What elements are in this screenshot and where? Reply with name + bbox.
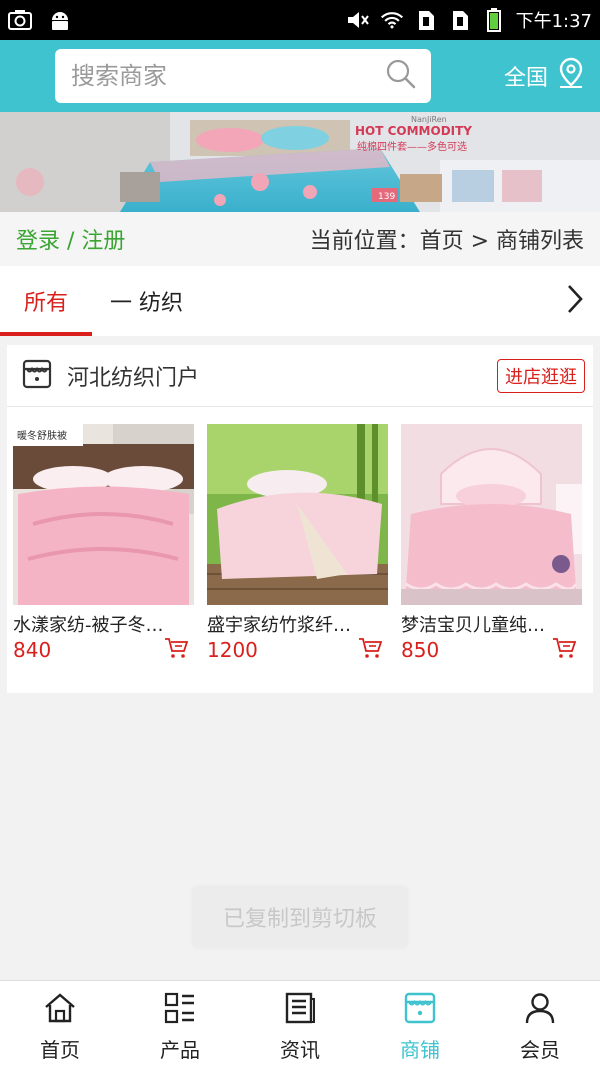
nav-news[interactable]: 资讯: [240, 981, 360, 1067]
add-to-cart-icon[interactable]: [358, 637, 383, 663]
sim1-icon: [414, 9, 438, 31]
product-price: 1200: [207, 638, 258, 662]
banner-brand: NanJiRen: [411, 115, 447, 124]
banner-subline: 纯棉四件套——多色可选: [357, 140, 467, 153]
tab-all[interactable]: 所有: [0, 266, 92, 336]
location-pin-icon: [556, 57, 586, 95]
banner-price: 139: [378, 192, 395, 202]
camera-icon: [8, 9, 32, 31]
nav-products-label: 产品: [160, 1038, 200, 1062]
nav-news-label: 资讯: [280, 1038, 320, 1062]
nav-member[interactable]: 会员: [480, 981, 600, 1067]
promo-banner[interactable]: NanJiRen HOT COMMODITY 纯棉四件套——多色可选 139: [0, 112, 600, 212]
wifi-icon: [380, 9, 404, 31]
nav-member-label: 会员: [520, 1038, 560, 1062]
product-name[interactable]: 水漾家纺-被子冬…: [13, 611, 194, 635]
toast-message: 已复制到剪切板: [192, 886, 408, 948]
product-price: 850: [401, 638, 440, 662]
search-icon[interactable]: [385, 58, 417, 94]
banner-image: NanJiRen HOT COMMODITY 纯棉四件套——多色可选 139: [0, 112, 600, 212]
status-bar: 下午1:37: [0, 0, 600, 40]
nav-home-label: 首页: [40, 1038, 80, 1062]
product-card[interactable]: 盛宇家纺竹浆纤… 1200: [207, 424, 388, 663]
mute-icon: [346, 9, 370, 31]
category-tabs: 所有 一 纺织: [0, 266, 600, 336]
nav-products[interactable]: 产品: [120, 981, 240, 1067]
grid-list-icon: [163, 991, 197, 1034]
product-name[interactable]: 盛宇家纺竹浆纤…: [207, 611, 388, 635]
nav-stores-label: 商铺: [400, 1038, 440, 1062]
login-register-link[interactable]: 登录 / 注册: [16, 223, 125, 255]
tabs-next-button[interactable]: [550, 266, 600, 336]
product-image[interactable]: [207, 424, 388, 605]
user-icon: [523, 991, 557, 1034]
product-name[interactable]: 梦洁宝贝儿童纯…: [401, 611, 582, 635]
banner-headline: HOT COMMODITY: [355, 124, 472, 138]
product-list: 暖冬舒肤被 水漾家纺-被子冬… 840 盛宇家纺竹浆纤… 1200 梦洁宝贝儿童…: [7, 407, 593, 663]
chevron-right-icon: [565, 283, 585, 319]
bottom-nav: 首页 产品 资讯 商铺 会员: [0, 980, 600, 1067]
breadcrumb-bar: 登录 / 注册 当前位置：首页 > 商铺列表: [0, 212, 600, 266]
tab-textile[interactable]: 一 纺织: [110, 266, 183, 336]
breadcrumb: 当前位置：首页 > 商铺列表: [309, 229, 584, 254]
add-to-cart-icon[interactable]: [164, 637, 189, 663]
battery-icon: [482, 8, 506, 32]
product-card[interactable]: 梦洁宝贝儿童纯… 850: [401, 424, 582, 663]
product-image[interactable]: 暖冬舒肤被: [13, 424, 194, 605]
product-image[interactable]: [401, 424, 582, 605]
product-image-label: 暖冬舒肤被: [17, 429, 67, 442]
add-to-cart-icon[interactable]: [552, 637, 577, 663]
product-price: 840: [13, 638, 52, 662]
store-card: 河北纺织门户 进店逛逛 暖冬舒肤被 水漾家纺-被子冬… 840 盛宇家纺竹浆纤……: [7, 345, 593, 693]
enter-store-button[interactable]: 进店逛逛: [497, 358, 585, 393]
nav-home[interactable]: 首页: [0, 981, 120, 1067]
store-icon: [403, 991, 437, 1034]
store-icon: [21, 358, 53, 394]
product-card[interactable]: 暖冬舒肤被 水漾家纺-被子冬… 840: [13, 424, 194, 663]
document-icon: [283, 991, 317, 1034]
home-icon: [43, 991, 77, 1034]
nav-stores[interactable]: 商铺: [360, 981, 480, 1067]
region-selector[interactable]: 全国: [504, 57, 586, 95]
status-time: 下午1:37: [515, 11, 592, 32]
android-icon: [48, 9, 72, 31]
sim2-icon: [448, 9, 472, 31]
region-label: 全国: [503, 66, 548, 91]
header: 全国: [0, 40, 600, 112]
search-input[interactable]: [71, 62, 385, 90]
search-box[interactable]: [55, 49, 431, 103]
store-header: 河北纺织门户 进店逛逛: [7, 345, 593, 407]
store-name: 河北纺织门户: [67, 365, 200, 391]
